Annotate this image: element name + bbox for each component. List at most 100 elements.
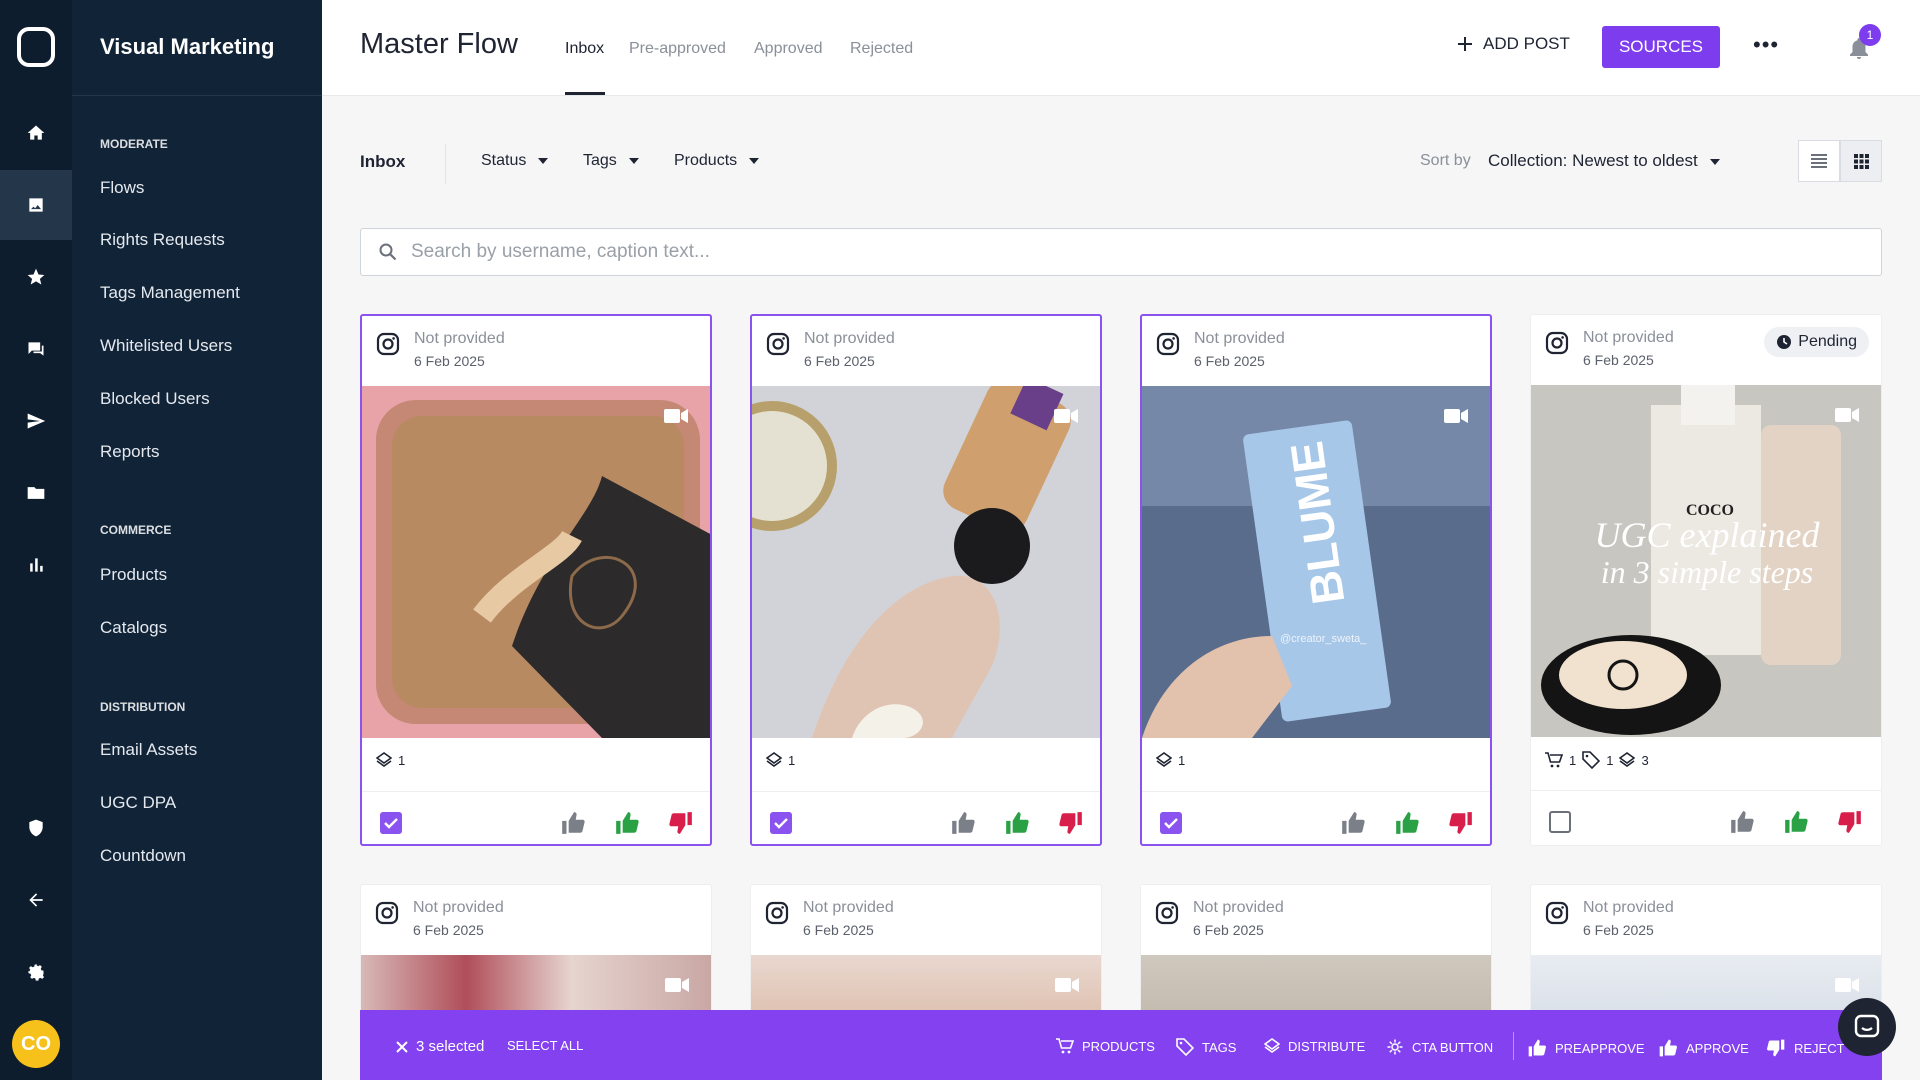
status-filter[interactable]: Status xyxy=(481,152,549,170)
tab-pre-approved[interactable]: Pre-approved xyxy=(629,40,726,58)
top-header: Master Flow Inbox Pre-approved Approved … xyxy=(322,0,1920,96)
tab-rejected[interactable]: Rejected xyxy=(850,40,913,58)
tags-filter[interactable]: Tags xyxy=(583,152,639,170)
post-source: Not provided xyxy=(413,899,504,916)
bulk-approve-label: APPROVE xyxy=(1686,1040,1749,1056)
select-checkbox[interactable] xyxy=(1549,811,1571,833)
search-input[interactable]: Search by username, caption text... xyxy=(411,241,710,263)
products-count: 1 xyxy=(1569,752,1577,768)
select-checkbox[interactable] xyxy=(770,812,792,834)
bulk-preapprove-button[interactable]: PREAPPROVE xyxy=(1527,1038,1645,1058)
overlay-text-line2: in 3 simple steps xyxy=(1601,554,1813,590)
preapprove-button[interactable] xyxy=(1338,808,1368,838)
preapprove-button[interactable] xyxy=(948,808,978,838)
overlay-text-line1: UGC explained xyxy=(1595,515,1821,555)
sources-button[interactable]: SOURCES xyxy=(1602,26,1720,68)
preapprove-button[interactable] xyxy=(1727,807,1757,837)
bulk-approve-button[interactable]: APPROVE xyxy=(1658,1038,1749,1058)
avatar[interactable]: CO xyxy=(12,1020,60,1068)
grid-view-button[interactable] xyxy=(1840,140,1882,182)
add-post-button[interactable]: ADD POST xyxy=(1457,34,1570,54)
sidebar-item-tags-management[interactable]: Tags Management xyxy=(100,283,240,303)
sidebar-item-products[interactable]: Products xyxy=(100,565,167,585)
more-options-icon[interactable]: ••• xyxy=(1753,32,1779,58)
video-icon xyxy=(664,408,688,424)
sidebar-item-ugc-dpa[interactable]: UGC DPA xyxy=(100,793,176,813)
reject-button[interactable] xyxy=(666,808,696,838)
preapprove-button[interactable] xyxy=(558,808,588,838)
sidebar-item-countdown[interactable]: Countdown xyxy=(100,846,186,866)
chat-icon[interactable] xyxy=(0,314,72,384)
sidebar-item-flows[interactable]: Flows xyxy=(100,178,144,198)
home-icon[interactable] xyxy=(0,98,72,168)
approve-button[interactable] xyxy=(1002,808,1032,838)
chevron-down-icon xyxy=(1709,158,1720,165)
star-icon[interactable] xyxy=(0,242,72,312)
search-box[interactable]: Search by username, caption text... xyxy=(360,228,1882,276)
image-icon[interactable] xyxy=(0,170,72,240)
approve-button[interactable] xyxy=(1392,808,1422,838)
products-filter[interactable]: Products xyxy=(674,152,760,170)
post-date: 6 Feb 2025 xyxy=(1193,922,1264,938)
bulk-products-button[interactable]: PRODUCTS xyxy=(1056,1038,1155,1054)
reject-button[interactable] xyxy=(1835,807,1865,837)
grid-icon xyxy=(1853,153,1869,169)
select-all-button[interactable]: SELECT ALL xyxy=(507,1038,583,1053)
thumb-up-clock-icon xyxy=(1340,810,1366,836)
post-meta: 1 xyxy=(376,752,405,768)
post-card[interactable]: Not provided 6 Feb 2025 Pending COCO UGC … xyxy=(1530,314,1882,846)
bulk-products-label: PRODUCTS xyxy=(1082,1038,1155,1054)
send-icon[interactable] xyxy=(0,386,72,456)
select-checkbox[interactable] xyxy=(380,812,402,834)
bar-chart-icon[interactable] xyxy=(0,530,72,600)
sidebar-item-email-assets[interactable]: Email Assets xyxy=(100,740,197,760)
bulk-distribute-button[interactable]: DISTRIBUTE xyxy=(1264,1038,1365,1054)
bulk-cta-button[interactable]: CTA BUTTON xyxy=(1386,1038,1493,1056)
sidebar-item-rights-requests[interactable]: Rights Requests xyxy=(100,230,225,250)
close-icon xyxy=(396,1040,408,1053)
video-icon xyxy=(1054,408,1078,424)
status-filter-label: Status xyxy=(481,152,527,169)
section-distribution: DISTRIBUTION xyxy=(100,700,186,714)
thumb-up-icon xyxy=(1658,1038,1678,1058)
reject-button[interactable] xyxy=(1446,808,1476,838)
post-image[interactable]: COCO UGC explained in 3 simple steps xyxy=(1531,385,1881,737)
sidebar-item-whitelisted-users[interactable]: Whitelisted Users xyxy=(100,336,232,356)
bulk-tags-button[interactable]: TAGS xyxy=(1176,1038,1236,1056)
bulk-reject-button[interactable]: REJECT xyxy=(1766,1038,1845,1058)
tab-approved[interactable]: Approved xyxy=(754,40,823,58)
post-card[interactable]: Not provided 6 Feb 2025 1 xyxy=(360,314,712,846)
shield-icon[interactable] xyxy=(0,793,72,863)
post-image[interactable]: BLUME @creator_sweta_ xyxy=(1142,386,1490,738)
icon-rail: CO xyxy=(0,0,72,1080)
chevron-down-icon xyxy=(628,157,639,164)
approve-button[interactable] xyxy=(1781,807,1811,837)
folder-icon[interactable] xyxy=(0,458,72,528)
back-arrow-icon[interactable] xyxy=(0,865,72,935)
thumb-up-icon xyxy=(614,810,640,836)
sort-dropdown[interactable]: Collection: Newest to oldest xyxy=(1488,151,1720,171)
sidebar-item-reports[interactable]: Reports xyxy=(100,442,160,462)
sidebar-item-catalogs[interactable]: Catalogs xyxy=(100,618,167,638)
select-checkbox[interactable] xyxy=(1160,812,1182,834)
approve-button[interactable] xyxy=(612,808,642,838)
brand-title: Visual Marketing xyxy=(100,34,275,59)
tags-count: 1 xyxy=(1606,752,1614,768)
clear-selection-button[interactable]: 3 selected xyxy=(396,1038,484,1055)
post-image[interactable] xyxy=(362,386,710,738)
post-image[interactable] xyxy=(752,386,1100,738)
app-logo[interactable] xyxy=(17,27,55,67)
thumb-up-clock-icon xyxy=(1527,1038,1547,1058)
gear-icon[interactable] xyxy=(0,937,72,1007)
list-view-button[interactable] xyxy=(1798,140,1840,182)
card-divider xyxy=(752,791,1100,792)
post-source: Not provided xyxy=(1583,329,1674,346)
post-card[interactable]: Not provided 6 Feb 2025 BLUME @creator_sw… xyxy=(1140,314,1492,846)
cosmetics-photo: COCOUGC explainedin 3 simple steps xyxy=(1531,385,1881,737)
reject-button[interactable] xyxy=(1056,808,1086,838)
blume-photo: BLUME@creator_sweta_ xyxy=(1142,386,1490,738)
sidebar-item-blocked-users[interactable]: Blocked Users xyxy=(100,389,210,409)
tab-inbox[interactable]: Inbox xyxy=(565,40,604,58)
post-card[interactable]: Not provided 6 Feb 2025 1 xyxy=(750,314,1102,846)
chat-launcher-button[interactable] xyxy=(1838,998,1896,1056)
